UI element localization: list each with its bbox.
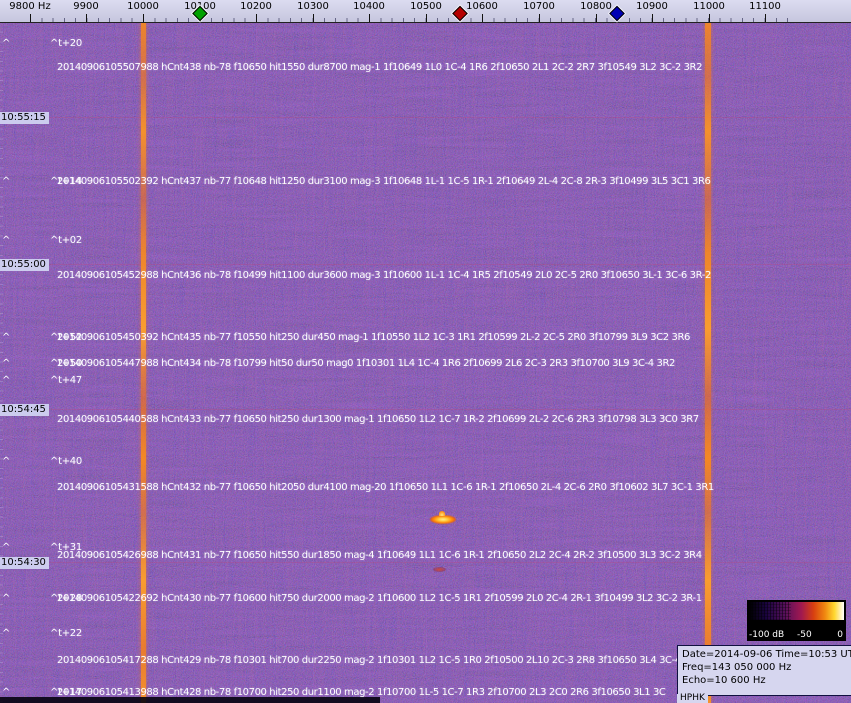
- echo-caret-icon: ^: [2, 375, 11, 386]
- echo-caret-icon: ^: [2, 38, 11, 49]
- info-box-line: Echo=10 600 Hz: [682, 675, 766, 686]
- detection-log-line: 20140906105426988 hCnt431 nb-77 f10650 h…: [57, 550, 702, 561]
- station-label: HPHK: [677, 694, 708, 703]
- freq-tick-mark: [765, 14, 766, 22]
- freq-tick-label: 10300: [297, 1, 329, 12]
- echo-time-marker: ^t+28: [50, 593, 82, 604]
- time-axis-label: 10:54:45: [0, 404, 49, 416]
- echo-caret-icon: ^: [2, 176, 11, 187]
- detection-log-line: 20140906105502392 hCnt437 nb-77 f10648 h…: [57, 176, 711, 187]
- detection-log-line: 20140906105447988 hCnt434 nb-78 f10799 h…: [57, 358, 675, 369]
- meteor-echo-blob: [439, 511, 445, 516]
- freq-tick-label: 9900: [73, 1, 99, 12]
- echo-time-marker: ^t+20: [50, 38, 82, 49]
- freq-tick-label: 11100: [749, 1, 781, 12]
- echo-caret-icon: ^: [2, 235, 11, 246]
- echo-caret-icon: ^: [2, 628, 11, 639]
- freq-tick-label: 9800 Hz: [9, 1, 51, 12]
- echo-time-marker: ^t+52: [50, 332, 82, 343]
- detection-log-line: 20140906105452988 hCnt436 nb-78 f10499 h…: [57, 270, 711, 281]
- freq-tick-label: 10800: [580, 1, 612, 12]
- echo-caret-icon: ^: [2, 332, 11, 343]
- freq-tick-label: 10700: [523, 1, 555, 12]
- info-box-line: Freq=143 050 000 Hz: [682, 662, 792, 673]
- echo-time-marker: ^t+47: [50, 375, 82, 386]
- freq-tick-label: 10900: [636, 1, 668, 12]
- time-gridline: [0, 264, 851, 265]
- echo-time-marker: ^t+50: [50, 358, 82, 369]
- freq-tick-mark: [313, 14, 314, 22]
- observation-info-box: Date=2014-09-06 Time=10:53 UTC Freq=143 0…: [677, 645, 851, 696]
- echo-caret-icon: ^: [2, 358, 11, 369]
- freq-tick-label: 10000: [127, 1, 159, 12]
- freq-tick-mark: [652, 14, 653, 22]
- db-scale-legend: -100 dB -50 0: [747, 600, 846, 641]
- frequency-minor-ticks: [30, 18, 790, 22]
- echo-time-marker: ^t+17: [50, 687, 82, 698]
- detection-log-line: 20140906105440588 hCnt433 nb-77 f10650 h…: [57, 414, 699, 425]
- spectrogram-canvas[interactable]: 20140906105507988 hCnt438 nb-78 f10650 h…: [0, 22, 851, 703]
- freq-tick-mark: [539, 14, 540, 22]
- frequency-ruler[interactable]: 9800 Hz990010000101001020010300104001050…: [0, 0, 851, 23]
- freq-tick-mark: [709, 14, 710, 22]
- meteor-echo-blob: [430, 515, 456, 524]
- meteor-echo-blob: [433, 567, 446, 572]
- echo-time-marker: ^t+14: [50, 176, 82, 187]
- freq-tick-mark: [369, 14, 370, 22]
- detection-log-line: 20140906105413988 hCnt428 nb-78 f10700 h…: [57, 687, 666, 698]
- db-scale-labels: -100 dB -50 0: [747, 628, 846, 640]
- time-gridline: [0, 117, 851, 118]
- time-gridline: [0, 562, 851, 563]
- freq-tick-label: 10400: [353, 1, 385, 12]
- time-axis-label: 10:55:15: [0, 112, 49, 124]
- detection-log-line: 20140906105507988 hCnt438 nb-78 f10650 h…: [57, 62, 703, 73]
- detection-log-line: 20140906105422692 hCnt430 nb-77 f10600 h…: [57, 593, 702, 604]
- echo-time-marker: ^t+02: [50, 235, 82, 246]
- db-mid-label: -50: [797, 630, 812, 640]
- freq-tick-mark: [143, 14, 144, 22]
- time-axis-label: 10:55:00: [0, 259, 49, 271]
- echo-caret-icon: ^: [2, 456, 11, 467]
- freq-tick-mark: [86, 14, 87, 22]
- echo-caret-icon: ^: [2, 593, 11, 604]
- freq-tick-mark: [596, 14, 597, 22]
- freq-tick-label: 10600: [466, 1, 498, 12]
- detection-log-line: 20140906105417288 hCnt429 nb-78 f10301 h…: [57, 655, 703, 666]
- echo-time-marker: ^t+40: [50, 456, 82, 467]
- db-min-label: -100 dB: [749, 630, 785, 640]
- db-max-label: 0: [837, 630, 843, 640]
- time-axis-label: 10:54:30: [0, 557, 49, 569]
- time-gridline: [0, 409, 851, 410]
- detection-log-line: 20140906105431588 hCnt432 nb-77 f10650 h…: [57, 482, 714, 493]
- freq-tick-label: 11000: [693, 1, 725, 12]
- freq-tick-mark: [426, 14, 427, 22]
- freq-tick-mark: [30, 14, 31, 22]
- carrier-signal-stripe: [705, 22, 711, 703]
- freq-tick-mark: [256, 14, 257, 22]
- info-box-line: Date=2014-09-06 Time=10:53 UTC: [682, 649, 851, 660]
- echo-caret-icon: ^: [2, 687, 11, 698]
- freq-tick-label: 10200: [240, 1, 272, 12]
- echo-time-marker: ^t+31: [50, 542, 82, 553]
- meteor-echo-spectrogram-window: 9800 Hz990010000101001020010300104001050…: [0, 0, 851, 703]
- detection-log-line: 20140906105450392 hCnt435 nb-77 f10550 h…: [57, 332, 690, 343]
- echo-time-marker: ^t+22: [50, 628, 82, 639]
- freq-tick-label: 10500: [410, 1, 442, 12]
- freq-tick-mark: [482, 14, 483, 22]
- db-gradient-dither: [749, 602, 791, 620]
- freq-gridline: [30, 22, 31, 703]
- echo-caret-icon: ^: [2, 542, 11, 553]
